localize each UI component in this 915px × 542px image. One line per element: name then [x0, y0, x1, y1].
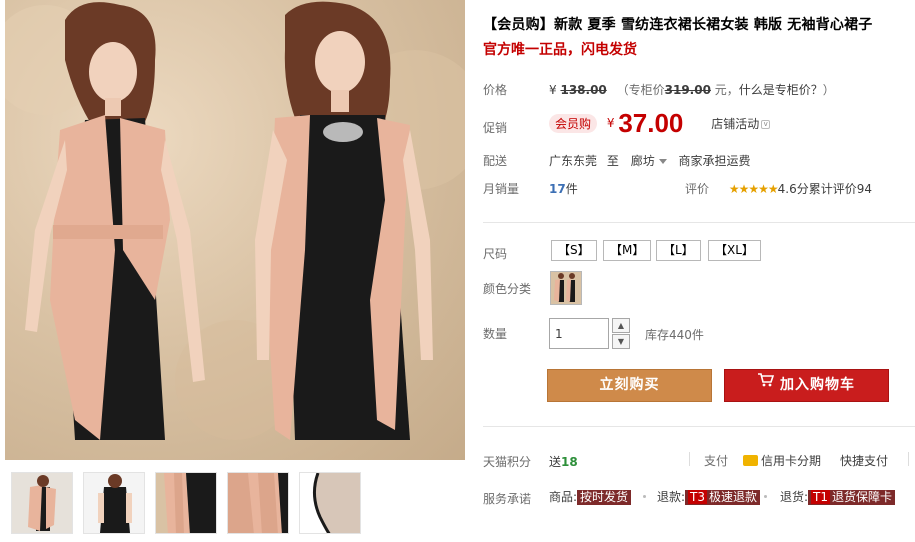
promo-price: 37.00 [618, 108, 684, 138]
ship-destination-dropdown[interactable]: 廊坊 [631, 152, 667, 169]
divider [483, 222, 915, 223]
service-goods-tag: 按时发货 [577, 490, 632, 505]
service-return-code: T1 [811, 490, 831, 504]
service-return-tag: T1 退货保障卡 [808, 490, 896, 505]
total-reviews-link[interactable]: 累计评价94 [809, 182, 872, 196]
points-give: 送 [549, 455, 562, 469]
stock-unit: 件 [691, 328, 704, 342]
caret-down-icon [658, 159, 667, 164]
size-option-xl[interactable]: 【XL】 [708, 240, 761, 261]
total-reviews-label: 累计评价 [808, 182, 857, 196]
thumbnail-strip [5, 472, 465, 534]
original-price: 138.00 [560, 83, 607, 97]
quantity-increase-button[interactable]: ▲ [612, 318, 630, 333]
divider [908, 452, 909, 466]
thumbnail-1[interactable] [11, 472, 73, 534]
counter-price-unit: 元， [710, 83, 739, 97]
divider [689, 452, 690, 466]
rating-row: 评价 ★★★★★4.6分累计评价94 [685, 180, 872, 197]
stock-prefix: 库存 [645, 328, 670, 342]
store-activity-dropdown[interactable]: 店铺活动 v [711, 115, 771, 132]
quantity-input[interactable] [549, 318, 609, 349]
points-label: 天猫积分 [483, 455, 532, 469]
separator-dot [643, 495, 646, 498]
points-value: 18 [561, 455, 578, 469]
points-row: 送18 [549, 453, 578, 470]
sales-row: 17件 [549, 180, 578, 197]
promo-currency: ¥ [606, 116, 615, 130]
divider [483, 426, 915, 427]
buy-now-button[interactable]: 立刻购买 [547, 369, 712, 402]
stock-count: 440 [669, 328, 692, 342]
credit-installment-label: 信用卡分期 [761, 454, 822, 468]
service-refund-label: 极速退款 [709, 490, 758, 504]
service-label: 服务承诺 [483, 492, 532, 506]
credit-installment-link[interactable]: 信用卡分期 [743, 452, 821, 469]
counter-price-help-link[interactable]: 什么是专柜价？ [739, 83, 823, 97]
payment-label: 支付 [704, 454, 729, 468]
service-return[interactable]: 退货: T1 退货保障卡 [780, 488, 896, 505]
shipping-row: 广东东莞 至 廊坊 商家承担运费 [549, 152, 751, 169]
store-activity-label: 店铺活动 [711, 117, 760, 131]
quantity-decrease-button[interactable]: ▼ [612, 334, 630, 349]
rating-stars: ★★★★★ [728, 182, 779, 196]
size-label: 尺码 [483, 247, 508, 261]
total-reviews-count: 94 [856, 182, 873, 196]
counter-price: 319.00 [664, 83, 711, 97]
size-option-s[interactable]: 【S】 [551, 240, 597, 261]
size-option-m[interactable]: 【M】 [603, 240, 652, 261]
shipping-label: 配送 [483, 154, 508, 168]
color-swatch[interactable] [550, 271, 582, 305]
color-label: 颜色分类 [483, 282, 532, 296]
counter-price-prefix: （专柜价 [616, 83, 665, 97]
service-return-prefix: 退货: [780, 490, 809, 504]
vip-badge: 会员购 [549, 114, 598, 133]
monthly-sales-unit: 件 [565, 182, 578, 196]
product-gallery [0, 0, 465, 542]
service-return-label: 退货保障卡 [832, 490, 893, 504]
thumbnail-3[interactable] [155, 472, 217, 534]
credit-card-icon [743, 455, 758, 466]
add-to-cart-button[interactable]: 加入购物车 [724, 369, 889, 402]
service-refund[interactable]: 退款: T3 极速退款 [657, 488, 761, 505]
size-option-l[interactable]: 【L】 [656, 240, 701, 261]
rating-label: 评价 [685, 182, 710, 196]
main-product-image[interactable] [5, 0, 465, 460]
counter-price-suffix: ） [822, 83, 835, 97]
service-refund-prefix: 退款: [657, 490, 686, 504]
price-row: ¥ 138.00 （专柜价319.00 元，什么是专柜价？） [549, 81, 835, 98]
shipping-fee: 商家承担运费 [678, 154, 751, 168]
buy-now-label: 立刻购买 [599, 377, 660, 393]
chevron-down-icon: v [761, 120, 771, 129]
service-goods[interactable]: 商品: 按时发货 [549, 488, 632, 505]
promo-label: 促销 [483, 121, 508, 135]
thumbnail-5[interactable] [299, 472, 361, 534]
ship-to: 廊坊 [630, 154, 655, 168]
thumbnail-2[interactable] [83, 472, 145, 534]
thumbnail-4[interactable] [227, 472, 289, 534]
price-label: 价格 [483, 83, 508, 97]
quantity-label: 数量 [483, 327, 508, 341]
monthly-sales-label: 月销量 [483, 182, 520, 196]
service-refund-tag: T3 极速退款 [685, 490, 761, 505]
service-goods-prefix: 商品: [549, 490, 578, 504]
service-refund-code: T3 [688, 490, 708, 504]
stock-info: 库存440件 [645, 326, 704, 343]
product-detail-panel: 【会员购】新款 夏季 雪纺连衣裙长裙女装 韩版 无袖背心裙子 官方唯一正品，闪电… [483, 0, 915, 542]
cart-icon [758, 368, 775, 399]
rating-score: 4.6分 [777, 182, 809, 196]
add-to-cart-label: 加入购物车 [780, 377, 855, 393]
separator-dot [764, 495, 767, 498]
product-title: 【会员购】新款 夏季 雪纺连衣裙长裙女装 韩版 无袖背心裙子 [483, 17, 873, 33]
monthly-sales-count: 17 [549, 182, 566, 196]
ship-from: 广东东莞 [549, 154, 598, 168]
product-subtitle: 官方唯一正品，闪电发货 [483, 42, 637, 58]
express-pay-link[interactable]: 快捷支付 [840, 452, 888, 469]
promo-row: 会员购 ¥ 37.00 店铺活动 v [549, 108, 771, 139]
ship-to-word: 至 [606, 154, 619, 168]
price-currency: ¥ [549, 83, 557, 97]
